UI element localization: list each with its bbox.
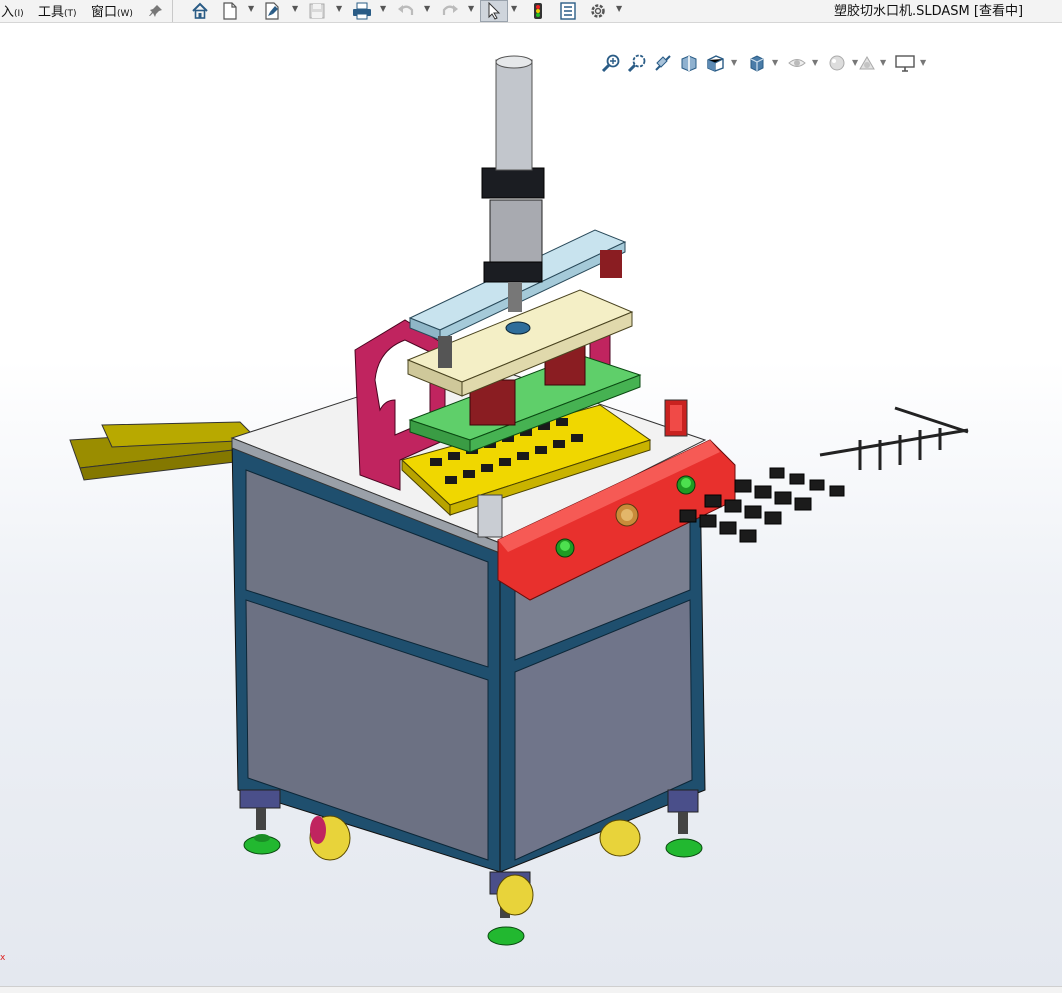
save-dropdown-icon[interactable]: ▼ xyxy=(336,4,342,13)
menu-tools-accel: (T) xyxy=(64,9,77,19)
menu-tools-label: 工具 xyxy=(38,5,65,20)
menu-bar: 入(I) 工具(T) 窗口(W) ▼ ▼ ▼ ▼ ▼ ▼ ▼ ▼ 塑胶切水口机. xyxy=(0,0,1062,23)
output-chute-tray xyxy=(69,421,260,481)
open-file-dropdown-icon[interactable]: ▼ xyxy=(292,4,298,13)
redo-dropdown-icon[interactable]: ▼ xyxy=(468,4,474,13)
options-gear-icon[interactable] xyxy=(587,0,609,22)
print-dropdown-icon[interactable]: ▼ xyxy=(380,4,386,13)
pneumatic-cylinder xyxy=(481,55,545,312)
new-file-icon[interactable] xyxy=(219,0,241,22)
toolbar-separator xyxy=(172,0,173,22)
select-arrow-icon[interactable] xyxy=(480,0,508,22)
print-icon[interactable] xyxy=(351,0,373,22)
undo-dropdown-icon[interactable]: ▼ xyxy=(424,4,430,13)
save-icon[interactable] xyxy=(306,0,328,22)
new-file-dropdown-icon[interactable]: ▼ xyxy=(248,4,254,13)
select-dropdown-icon[interactable]: ▼ xyxy=(511,4,517,13)
undo-icon[interactable] xyxy=(395,0,417,22)
front-bracket xyxy=(477,494,503,538)
open-file-icon[interactable] xyxy=(262,0,284,22)
menu-tools[interactable]: 工具(T) xyxy=(38,1,77,20)
menu-insert-accel: (I) xyxy=(14,9,24,19)
pin-icon[interactable] xyxy=(145,0,167,22)
axis-triad-x-label: x xyxy=(0,953,6,963)
rebuild-light-icon[interactable] xyxy=(527,0,549,22)
menu-window[interactable]: 窗口(W) xyxy=(91,1,133,20)
menu-window-label: 窗口 xyxy=(91,5,118,20)
options-dropdown-icon[interactable]: ▼ xyxy=(616,4,622,13)
graphics-area[interactable]: ▼ ▼ ▼ ▼ ▼ ▼ x xyxy=(0,23,1062,986)
menu-window-accel: (W) xyxy=(117,9,133,19)
redo-icon[interactable] xyxy=(439,0,461,22)
menu-insert-label: 入 xyxy=(1,5,15,20)
assembly-model[interactable] xyxy=(0,23,1062,986)
menu-insert[interactable]: 入(I) xyxy=(1,1,24,20)
file-properties-icon[interactable] xyxy=(557,0,579,22)
home-icon[interactable] xyxy=(189,0,211,22)
document-title: 塑胶切水口机.SLDASM [查看中] xyxy=(834,4,1024,19)
